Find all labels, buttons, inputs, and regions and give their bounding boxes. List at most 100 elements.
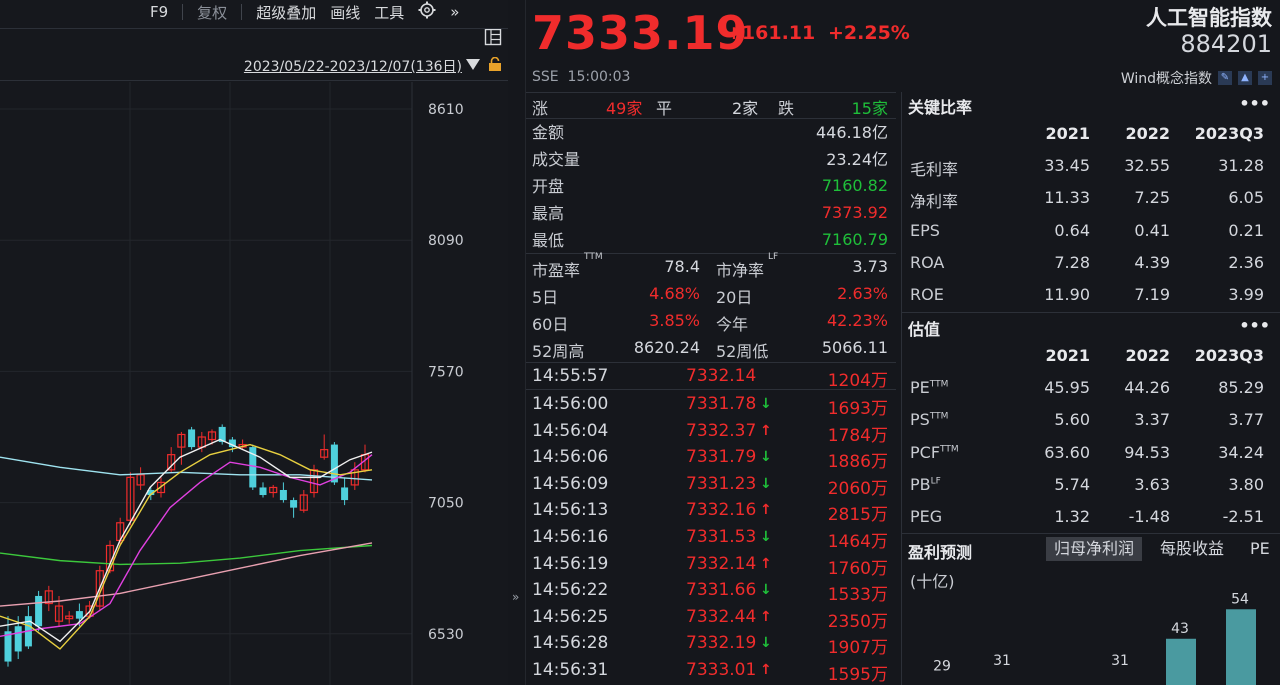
divider [902,533,1280,534]
tick-row: 14:56:25 7332.44 ↑ 2350万 [532,605,888,632]
candle-body [279,489,287,501]
up-label: 涨 [532,99,549,118]
tools-button[interactable]: 工具 [374,2,404,23]
f9-button[interactable]: F9 [150,3,168,21]
flat-count: 2家 [732,99,759,118]
ratio-value: 85.29 [1218,378,1264,397]
ratio-value: 0.21 [1228,220,1264,240]
tick-row: 14:56:04 7332.37 ↑ 1784万 [532,419,888,446]
tick-price: 7332.14 [686,366,757,386]
tick-row: 14:56:16 7331.53 ↓ 1464万 [532,525,888,552]
ratio-label: PETTM [910,378,948,397]
arrow-up-icon: ↑ [760,662,772,678]
ratio-label: PSTTM [910,410,948,429]
metric-label: 5日 [532,288,559,307]
kline-panel[interactable]: 8610 8090 7570 7050 6530 F9 复权 超级叠加 画线 工具 » … [0,0,508,685]
edit-icon[interactable]: ✎ [1218,71,1232,85]
ratio-label-text: EPS [910,220,940,240]
tab-eps[interactable]: 每股收益 [1152,537,1232,561]
ratio-value: 1.32 [1054,507,1090,527]
tick-volume: 1784万 [827,425,888,446]
tick-time: 14:56:13 [532,500,609,521]
index-category: Wind概念指数 ✎ ▲ + [1121,68,1272,88]
gear-icon[interactable] [418,1,436,23]
ratio-label: PBLF [910,475,941,494]
bell-icon[interactable]: ▲ [1238,71,1252,85]
ratio-value: 2.36 [1228,252,1264,272]
arrow-down-icon: ↓ [760,582,772,599]
candle-body [259,487,267,496]
quote-row: 开盘 7160.82 [532,172,888,198]
tick-time: 14:56:31 [532,660,609,680]
forecast-bar [1226,609,1256,685]
draw-button[interactable]: 画线 [330,2,360,23]
ratio-label: ROA [910,253,944,272]
ratio-label: 毛利率 [910,156,958,180]
tab-net-profit[interactable]: 归母净利润 [1046,537,1143,561]
ratio-value: 32.55 [1124,156,1170,175]
metric-row: 60日 3.85% 今年 42.23% [532,308,888,334]
down-label: 跌 [778,99,795,118]
date-range-link[interactable]: 2023/05/22-2023/12/07(136日) [244,56,462,76]
dropdown-triangle-icon[interactable] [466,58,480,74]
adjust-button[interactable]: 复权 [197,2,227,23]
add-icon[interactable]: + [1258,71,1272,85]
candlestick-chart[interactable]: 8610 8090 7570 7050 6530 [0,0,508,685]
tick-volume: 1907万 [827,638,888,659]
quote-stats: 涨 49家 平 2家 跌 15家 金额 446.18亿 成交量 23.24亿 开盘 7… [526,92,896,685]
arrow-down-icon: ↓ [760,475,772,492]
quote-label: 金额 [532,123,565,142]
ratio-label: PEG [910,507,942,526]
metric-label: 市盈率 [532,261,581,280]
ratio-value: 3.63 [1134,474,1170,494]
tick-time: 14:56:04 [532,420,609,441]
year-header: 2023Q3 [1194,124,1264,143]
forecast-bar-label: 43 [1171,621,1189,637]
tick-volume: 1533万 [827,585,888,606]
tick-time: 14:56:25 [532,606,609,627]
tick-row: 14:56:28 7332.19 ↓ 1907万 [532,631,888,659]
index-category-label: Wind概念指数 [1120,71,1212,87]
price-change-pct: +2.25% [828,22,910,44]
forecast-bar-label: 29 [933,658,951,674]
quote-row: 最高 7373.92 [532,199,888,225]
metric-row: 52周高 8620.24 52周低 5066.11 [532,335,888,361]
ratio-label-text: PB [910,474,931,494]
ratio-label-sup: TTM [929,411,949,422]
key-ratios-more-button[interactable]: ••• [1239,94,1270,113]
candle-body [188,429,196,448]
ratio-value: 0.64 [1054,220,1090,240]
layout-icon[interactable] [484,28,502,50]
y-axis-label: 7570 [428,364,464,380]
quote-value: 7373.92 [821,202,888,222]
ratio-value: 3.77 [1228,410,1264,430]
ratio-value: 94.53 [1124,442,1170,462]
ratio-label-text: PEG [910,507,943,527]
ratio-value: 7.25 [1134,188,1170,208]
quote-label: 最低 [532,231,565,250]
metric-value: 42.23% [826,311,888,330]
collapse-icon[interactable]: » [512,590,519,604]
tab-pe[interactable]: PE [1242,537,1278,561]
ratio-value: 3.37 [1134,410,1170,430]
tick-time: 14:56:19 [532,553,609,574]
forecast-bar-chart: 29 31 31 43 54 [933,591,1256,685]
ratio-label-sup: TTM [929,379,949,390]
divider [526,362,896,363]
valuation-more-button[interactable]: ••• [1239,316,1270,335]
ratio-value: 3.80 [1228,474,1264,494]
candle-body [341,487,349,501]
quote-value: 7160.82 [821,175,888,195]
divider [0,28,508,29]
tick-time: 14:56:16 [532,527,609,547]
ratio-label-text: 净利率 [910,192,959,212]
y-axis-label: 7050 [428,496,464,512]
overlay-button[interactable]: 超级叠加 [256,2,316,23]
expand-icon[interactable]: » [450,3,459,21]
exchange-label: SSE [532,69,559,85]
metric-value: 78.4 [664,257,700,276]
tick-time: 14:56:22 [532,580,609,601]
panel-toggle[interactable]: » [508,0,526,685]
quote-label: 最高 [532,204,565,223]
lock-icon[interactable] [488,56,502,75]
